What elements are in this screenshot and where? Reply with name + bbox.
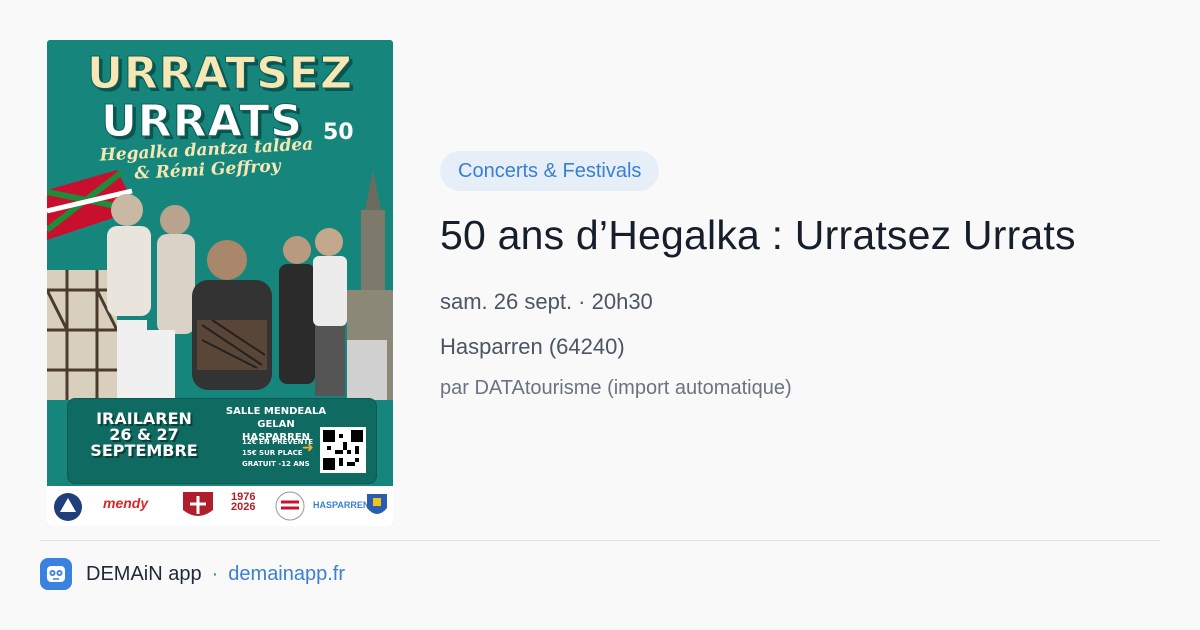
hegalka-logo-icon [275, 491, 305, 521]
sponsor-logo-icon [54, 493, 82, 521]
crest-icon [183, 492, 213, 516]
shield-icon [367, 494, 387, 514]
poster-info-box: IRAILAREN 26 & 27 SEPTEMBRE SALLE MENDEA… [67, 398, 377, 484]
qr-code [320, 427, 366, 473]
poster-dates: IRAILAREN 26 & 27 SEPTEMBRE [74, 411, 214, 459]
footer-divider [40, 540, 1160, 541]
app-logo-icon[interactable] [40, 558, 72, 590]
poster-anniversary-badge: 50 [323, 120, 354, 145]
event-source: par DATAtourisme (import automatique) [440, 377, 792, 399]
event-title[interactable]: 50 ans d’Hegalka : Urratsez Urrats [440, 212, 1076, 259]
sponsor-logo-mendy: mendy [103, 495, 149, 511]
sponsor-logo-hasparren: HASPARREN [313, 500, 370, 510]
category-chip[interactable]: Concerts & Festivals [440, 151, 660, 191]
footer: DEMAiN app · demainapp.fr [40, 558, 345, 590]
event-date: sam. 26 sept. · 20h30 [440, 289, 653, 314]
event-location: Hasparren (64240) [440, 334, 625, 359]
poster-venue-line1: SALLE MENDEALA GELAN [225, 406, 327, 430]
poster-dates-line3: SEPTEMBRE [90, 441, 198, 460]
poster-sponsor-logos: mendy 1976 2026 HASPARREN [47, 486, 393, 526]
poster-title-line1: URRATSEZ [87, 48, 353, 100]
sponsor-logo-years: 1976 2026 [231, 492, 256, 513]
app-website-link[interactable]: demainapp.fr [228, 563, 345, 586]
event-poster-image[interactable]: URRATSEZ URRATS 50 Hegalka dantza taldea… [47, 40, 393, 526]
app-name: DEMAiN app [86, 562, 202, 585]
arrow-right-icon: ➜ [302, 439, 314, 455]
owl-icon [47, 566, 65, 582]
footer-separator: · [211, 562, 219, 585]
poster-illustration [47, 170, 393, 400]
sponsor-logo-years-end: 2026 [231, 501, 256, 513]
poster-price-free: GRATUIT -12 ANS [242, 460, 310, 468]
